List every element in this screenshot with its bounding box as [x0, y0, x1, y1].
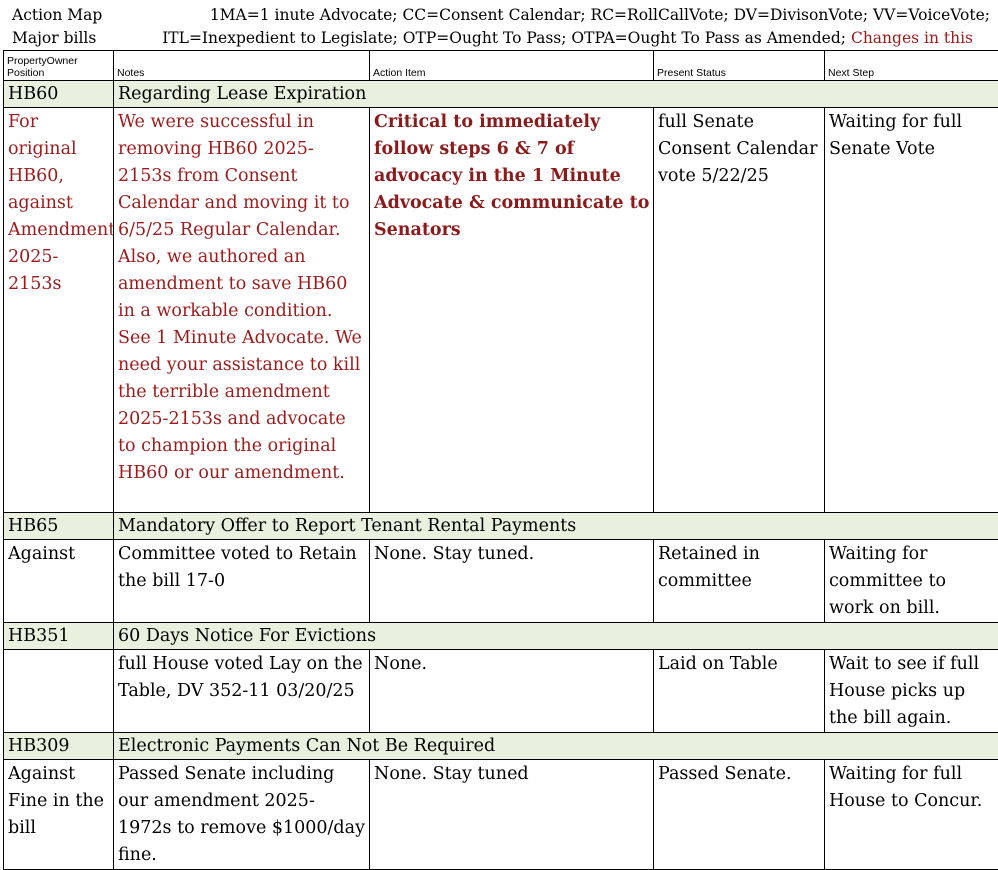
bill-position: For original HB60, against Amendment 202…: [4, 108, 114, 513]
bill-notes: Committee voted to Retain the bill 17-0: [114, 540, 370, 623]
bill-id: HB351: [4, 623, 114, 650]
bill-next-step: Waiting for full House to Concur.: [825, 760, 998, 870]
bill-header-row: HB351 60 Days Notice For Evictions: [4, 623, 998, 650]
bill-action-item: Critical to immediately follow steps 6 &…: [370, 108, 654, 513]
bill-detail-row: For original HB60, against Amendment 202…: [4, 108, 998, 513]
bill-status: Retained in committee: [654, 540, 825, 623]
bill-header-row: HB65 Mandatory Offer to Report Tenant Re…: [4, 513, 998, 540]
bill-position: Against Fine in the bill: [4, 760, 114, 870]
legend-line-1: 1MA=1 inute Advocate; CC=Consent Calenda…: [210, 6, 990, 24]
bill-action-item: None. Stay tuned.: [370, 540, 654, 623]
bill-notes: full House voted Lay on the Table, DV 35…: [114, 650, 370, 733]
bill-position: Against: [4, 540, 114, 623]
bill-header-row: HB60 Regarding Lease Expiration: [4, 81, 998, 108]
bill-action-item: None.: [370, 650, 654, 733]
col-header-position: PropertyOwner Position: [4, 51, 114, 81]
col-header-status: Present Status: [654, 51, 825, 81]
bill-position: [4, 650, 114, 733]
bill-next-step: Waiting for full Senate Vote: [825, 108, 998, 513]
bill-notes: Passed Senate including our amendment 20…: [114, 760, 370, 870]
bill-action-item: None. Stay tuned: [370, 760, 654, 870]
bill-id: HB65: [4, 513, 114, 540]
bill-title: Regarding Lease Expiration: [114, 81, 998, 108]
bill-title: 60 Days Notice For Evictions: [114, 623, 998, 650]
bill-id: HB309: [4, 733, 114, 760]
bill-detail-row: full House voted Lay on the Table, DV 35…: [4, 650, 998, 733]
bill-detail-row: Against Committee voted to Retain the bi…: [4, 540, 998, 623]
action-map-table: PropertyOwner Position Notes Action Item…: [3, 50, 998, 870]
page-subtitle: Major bills: [12, 29, 96, 47]
col-header-notes: Notes: [114, 51, 370, 81]
bill-title: Electronic Payments Can Not Be Required: [114, 733, 998, 760]
bill-notes: We were successful in removing HB60 2025…: [114, 108, 370, 513]
page-header: Action Map Major bills 1MA=1 inute Advoc…: [0, 0, 998, 50]
legend-line-2: ITL=Inexpedient to Legislate; OTP=Ought …: [162, 29, 973, 47]
bill-next-step: Wait to see if full House picks up the b…: [825, 650, 998, 733]
bill-status: full Senate Consent Calendar vote 5/22/2…: [654, 108, 825, 513]
legend-changes-note: Changes in this: [851, 29, 973, 47]
bill-detail-row: Against Fine in the bill Passed Senate i…: [4, 760, 998, 870]
legend-abbreviations: ITL=Inexpedient to Legislate; OTP=Ought …: [162, 29, 846, 47]
bill-id: HB60: [4, 81, 114, 108]
col-header-next: Next Step: [825, 51, 998, 81]
page-title: Action Map: [12, 6, 102, 24]
bill-title: Mandatory Offer to Report Tenant Rental …: [114, 513, 998, 540]
bill-next-step: Waiting for committee to work on bill.: [825, 540, 998, 623]
bill-status: Laid on Table: [654, 650, 825, 733]
bill-status: Passed Senate.: [654, 760, 825, 870]
col-header-action: Action Item: [370, 51, 654, 81]
bill-header-row: HB309 Electronic Payments Can Not Be Req…: [4, 733, 998, 760]
column-header-row: PropertyOwner Position Notes Action Item…: [4, 51, 998, 81]
